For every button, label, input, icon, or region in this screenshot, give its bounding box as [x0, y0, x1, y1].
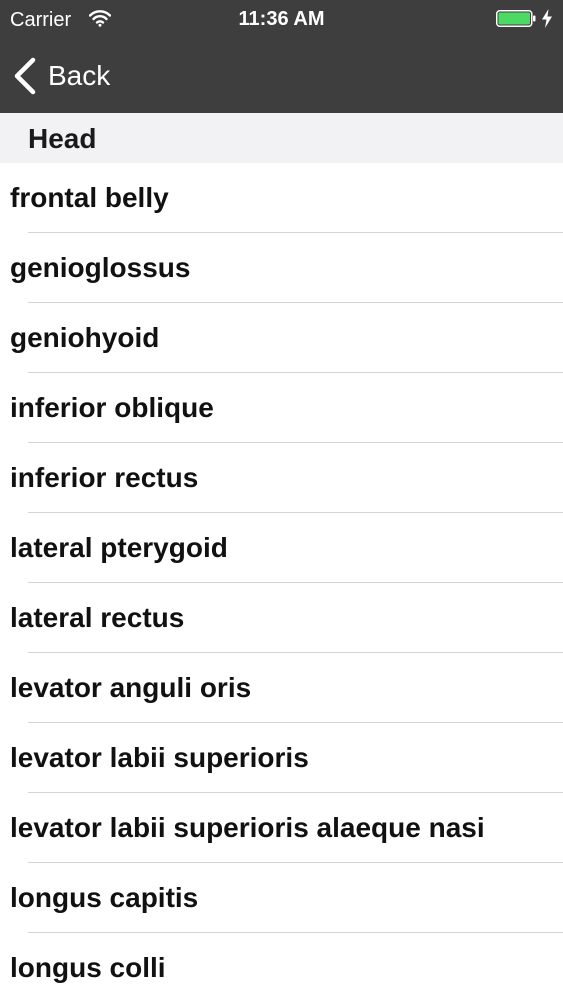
list-item[interactable]: geniohyoid	[0, 303, 563, 373]
back-label: Back	[48, 60, 111, 91]
list-item[interactable]: levator labii superioris	[0, 723, 563, 793]
back-button[interactable]: Back	[12, 56, 110, 96]
list-item-label: geniohyoid	[10, 322, 160, 353]
section-title: Head	[28, 123, 97, 154]
list-item-label: frontal belly	[10, 182, 169, 213]
section-header: Head	[0, 113, 563, 163]
list-item-label: inferior oblique	[10, 392, 214, 423]
list-item[interactable]: genioglossus	[0, 233, 563, 303]
charging-bolt-icon	[542, 9, 552, 28]
status-time: 11:36 AM	[238, 8, 325, 30]
status-bar: Carrier 11:36 AM	[0, 0, 563, 40]
muscle-list: frontal belly genioglossus geniohyoid in…	[0, 163, 563, 1000]
list-item[interactable]: inferior oblique	[0, 373, 563, 443]
list-item-label: levator anguli oris	[10, 672, 252, 703]
chevron-left-icon	[14, 57, 36, 95]
list-item[interactable]: longus capitis	[0, 863, 563, 933]
list-item-label: lateral rectus	[10, 602, 185, 633]
list-item[interactable]: frontal belly	[0, 163, 563, 233]
list-item-label: longus colli	[10, 952, 166, 983]
list-item-label: levator labii superioris	[10, 742, 309, 773]
list-item[interactable]: levator labii superioris alaeque nasi	[0, 793, 563, 863]
list-item-label: inferior rectus	[10, 462, 199, 493]
list-item[interactable]: lateral pterygoid	[0, 513, 563, 583]
list-item-label: longus capitis	[10, 882, 199, 913]
top-bar: Carrier 11:36 AM Back	[0, 0, 563, 113]
screen: Carrier 11:36 AM Back Head frontal belly…	[0, 0, 563, 1000]
list-item-label: lateral pterygoid	[10, 532, 228, 563]
list-item[interactable]: levator anguli oris	[0, 653, 563, 723]
list-item-label: genioglossus	[10, 252, 191, 283]
battery-icon	[496, 10, 536, 27]
list-item[interactable]: inferior rectus	[0, 443, 563, 513]
list-item[interactable]: lateral rectus	[0, 583, 563, 653]
navigation-bar: Back	[0, 40, 563, 113]
list-item-label: levator labii superioris alaeque nasi	[10, 812, 485, 843]
list-item[interactable]: longus colli	[0, 933, 563, 1000]
